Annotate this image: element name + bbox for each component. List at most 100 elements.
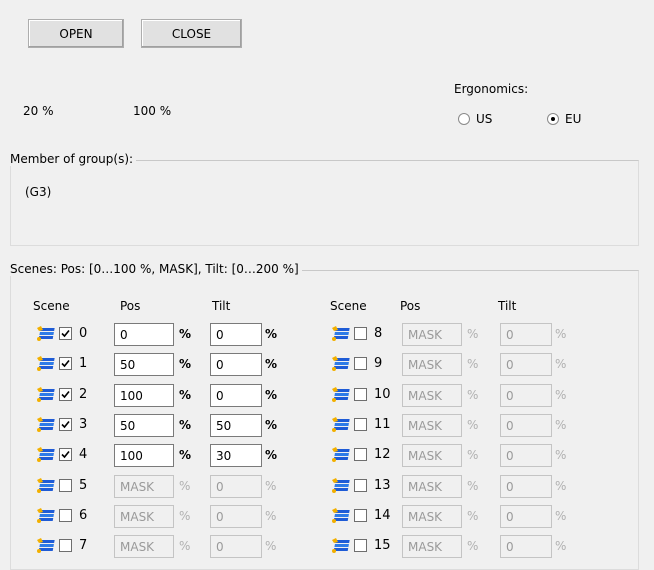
scene-14-tilt-input: 0 <box>500 505 552 528</box>
scene-6-pos-input: MASK <box>114 505 174 528</box>
scene-5-tilt-unit: % <box>265 479 277 493</box>
scene-blind-icon <box>37 538 57 554</box>
scene-blind-icon <box>332 538 352 554</box>
scene-8-checkbox[interactable] <box>354 327 367 340</box>
scene-blind-icon <box>332 508 352 524</box>
header-scene-right: Scene <box>330 299 367 313</box>
scene-blind-icon <box>37 508 57 524</box>
scene-2-pos-input[interactable]: 100 <box>114 384 174 407</box>
scene-5-pos-unit: % <box>179 479 191 493</box>
scene-7-checkbox[interactable] <box>59 539 72 552</box>
radio-us[interactable] <box>458 113 470 125</box>
ergonomics-label: Ergonomics: <box>454 82 529 96</box>
scene-1-pos-input[interactable]: 50 <box>114 353 174 376</box>
radio-eu-label: EU <box>565 112 582 126</box>
scene-2-pos-unit: % <box>179 388 192 402</box>
scene-blind-icon <box>332 447 352 463</box>
scene-6-pos-unit: % <box>179 509 191 523</box>
scene-4-pos-input[interactable]: 100 <box>114 444 174 467</box>
scene-2-tilt-unit: % <box>265 388 278 402</box>
scene-2-checkbox[interactable] <box>59 388 72 401</box>
scene-10-checkbox[interactable] <box>354 388 367 401</box>
scene-11-pos-input: MASK <box>402 414 462 437</box>
scene-12-pos-input: MASK <box>402 444 462 467</box>
header-tilt-left: Tilt <box>212 299 231 313</box>
scene-14-checkbox[interactable] <box>354 509 367 522</box>
scene-8-tilt-input: 0 <box>500 323 552 346</box>
close-button[interactable]: CLOSE <box>141 19 242 48</box>
scene-0-tilt-input[interactable]: 0 <box>210 323 262 346</box>
scene-5-number: 5 <box>79 478 88 493</box>
scene-7-tilt-input: 0 <box>210 535 262 558</box>
scene-4-tilt-unit: % <box>265 448 278 462</box>
scene-5-pos-input: MASK <box>114 475 174 498</box>
scene-9-checkbox[interactable] <box>354 357 367 370</box>
scene-7-pos-input: MASK <box>114 535 174 558</box>
scene-3-tilt-input[interactable]: 50 <box>210 414 262 437</box>
scene-blind-icon <box>37 478 57 494</box>
scene-7-pos-unit: % <box>179 539 191 553</box>
header-pos-left: Pos <box>120 299 141 313</box>
scene-13-pos-input: MASK <box>402 475 462 498</box>
scene-7-number: 7 <box>79 538 88 553</box>
scene-4-tilt-input[interactable]: 30 <box>210 444 262 467</box>
scene-0-number: 0 <box>79 326 88 341</box>
scene-blind-icon <box>37 447 57 463</box>
scene-13-checkbox[interactable] <box>354 479 367 492</box>
scene-8-pos-input: MASK <box>402 323 462 346</box>
scene-13-pos-unit: % <box>467 479 479 493</box>
scene-8-number: 8 <box>374 326 383 341</box>
scene-11-checkbox[interactable] <box>354 418 367 431</box>
scene-1-number: 1 <box>79 356 88 371</box>
scene-15-pos-input: MASK <box>402 535 462 558</box>
scene-blind-icon <box>332 478 352 494</box>
scene-6-checkbox[interactable] <box>59 509 72 522</box>
scene-10-number: 10 <box>374 387 391 402</box>
scene-3-checkbox[interactable] <box>59 418 72 431</box>
scene-blind-icon <box>332 326 352 342</box>
scene-blind-icon <box>332 356 352 372</box>
scene-14-number: 14 <box>374 508 391 523</box>
scene-1-pos-unit: % <box>179 357 192 371</box>
scene-15-tilt-input: 0 <box>500 535 552 558</box>
scene-6-tilt-unit: % <box>265 509 277 523</box>
member-group-title: Member of group(s): <box>7 152 137 166</box>
scene-14-tilt-unit: % <box>555 509 567 523</box>
scene-13-number: 13 <box>374 478 391 493</box>
scene-8-tilt-unit: % <box>555 327 567 341</box>
scene-10-tilt-unit: % <box>555 388 567 402</box>
scene-6-number: 6 <box>79 508 88 523</box>
scene-15-checkbox[interactable] <box>354 539 367 552</box>
scene-10-tilt-input: 0 <box>500 384 552 407</box>
scene-6-tilt-input: 0 <box>210 505 262 528</box>
radio-eu[interactable] <box>547 113 559 125</box>
scene-10-pos-unit: % <box>467 388 479 402</box>
member-group-box <box>10 160 639 246</box>
scene-3-pos-unit: % <box>179 418 192 432</box>
scene-5-tilt-input: 0 <box>210 475 262 498</box>
header-scene-left: Scene <box>33 299 70 313</box>
scene-5-checkbox[interactable] <box>59 479 72 492</box>
scene-4-checkbox[interactable] <box>59 448 72 461</box>
open-button[interactable]: OPEN <box>28 19 124 48</box>
scene-blind-icon <box>332 387 352 403</box>
scene-blind-icon <box>332 417 352 433</box>
scenes-group-title: Scenes: Pos: [0…100 %, MASK], Tilt: [0…2… <box>7 262 302 276</box>
scene-3-pos-input[interactable]: 50 <box>114 414 174 437</box>
scene-0-checkbox[interactable] <box>59 327 72 340</box>
scene-13-tilt-input: 0 <box>500 475 552 498</box>
scene-0-pos-input[interactable]: 0 <box>114 323 174 346</box>
scene-12-checkbox[interactable] <box>354 448 367 461</box>
scene-3-tilt-unit: % <box>265 418 278 432</box>
scene-7-tilt-unit: % <box>265 539 277 553</box>
scene-12-pos-unit: % <box>467 448 479 462</box>
scene-1-checkbox[interactable] <box>59 357 72 370</box>
scene-15-pos-unit: % <box>467 539 479 553</box>
scene-2-tilt-input[interactable]: 0 <box>210 384 262 407</box>
level-left: 20 % <box>23 104 54 118</box>
member-group-value: (G3) <box>25 185 52 199</box>
header-tilt-right: Tilt <box>498 299 517 313</box>
scene-14-pos-unit: % <box>467 509 479 523</box>
scene-15-tilt-unit: % <box>555 539 567 553</box>
scene-1-tilt-input[interactable]: 0 <box>210 353 262 376</box>
